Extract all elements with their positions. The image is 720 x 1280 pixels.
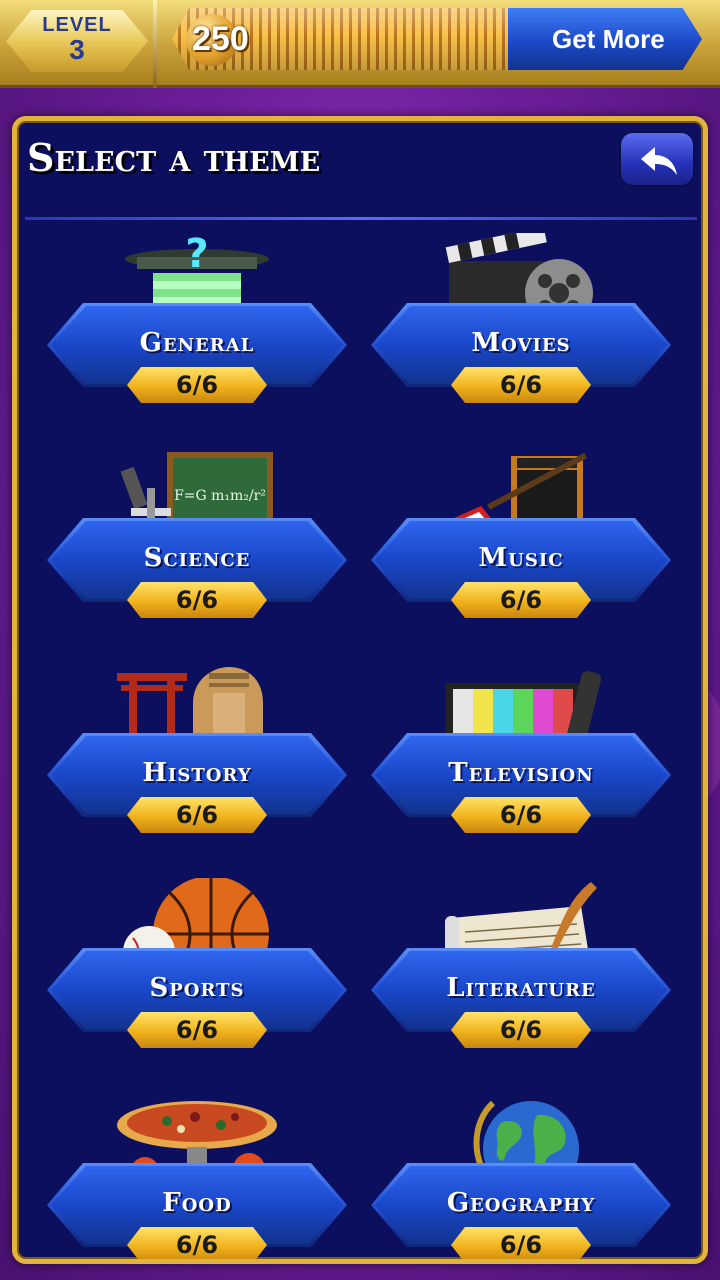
theme-score-badge: 6/6: [451, 367, 591, 403]
theme-general[interactable]: ? General 6/6: [47, 233, 347, 433]
theme-score-badge: 6/6: [451, 1227, 591, 1259]
topbar-divider: [153, 0, 157, 88]
get-more-button[interactable]: Get More: [508, 8, 702, 70]
level-number: 3: [69, 34, 85, 65]
svg-text:?: ?: [185, 233, 208, 277]
theme-science[interactable]: F=G m₁m₂/r² Science 6/6: [47, 448, 347, 648]
back-button[interactable]: [619, 131, 695, 187]
back-arrow-icon: [641, 147, 677, 175]
theme-score-badge: 6/6: [451, 582, 591, 618]
theme-geography[interactable]: Geography 6/6: [371, 1093, 671, 1259]
theme-score-badge: 6/6: [451, 797, 591, 833]
top-bar: LEVEL 3 250 Get More: [0, 0, 720, 88]
page-title: Select a theme: [27, 135, 321, 180]
theme-food[interactable]: Food 6/6: [47, 1093, 347, 1259]
theme-score-badge: 6/6: [127, 1227, 267, 1259]
theme-score-badge: 6/6: [127, 582, 267, 618]
theme-score-badge: 6/6: [127, 797, 267, 833]
svg-text:F=G m₁m₂/r²: F=G m₁m₂/r²: [174, 488, 266, 504]
theme-history[interactable]: History 6/6: [47, 663, 347, 863]
theme-movies[interactable]: Movies 6/6: [371, 233, 671, 433]
theme-score-badge: 6/6: [127, 367, 267, 403]
theme-score-badge: 6/6: [127, 1012, 267, 1048]
coin-count: 250: [192, 20, 249, 58]
theme-literature[interactable]: Literature 6/6: [371, 878, 671, 1078]
theme-television[interactable]: Television 6/6: [371, 663, 671, 863]
theme-music[interactable]: Music 6/6: [371, 448, 671, 648]
theme-score-badge: 6/6: [451, 1012, 591, 1048]
title-divider: [25, 217, 697, 220]
theme-panel: Select a theme ? General 6/6 Movies 6/6 …: [12, 116, 708, 1264]
level-badge: LEVEL 3: [6, 10, 148, 72]
theme-sports[interactable]: Sports 6/6: [47, 878, 347, 1078]
